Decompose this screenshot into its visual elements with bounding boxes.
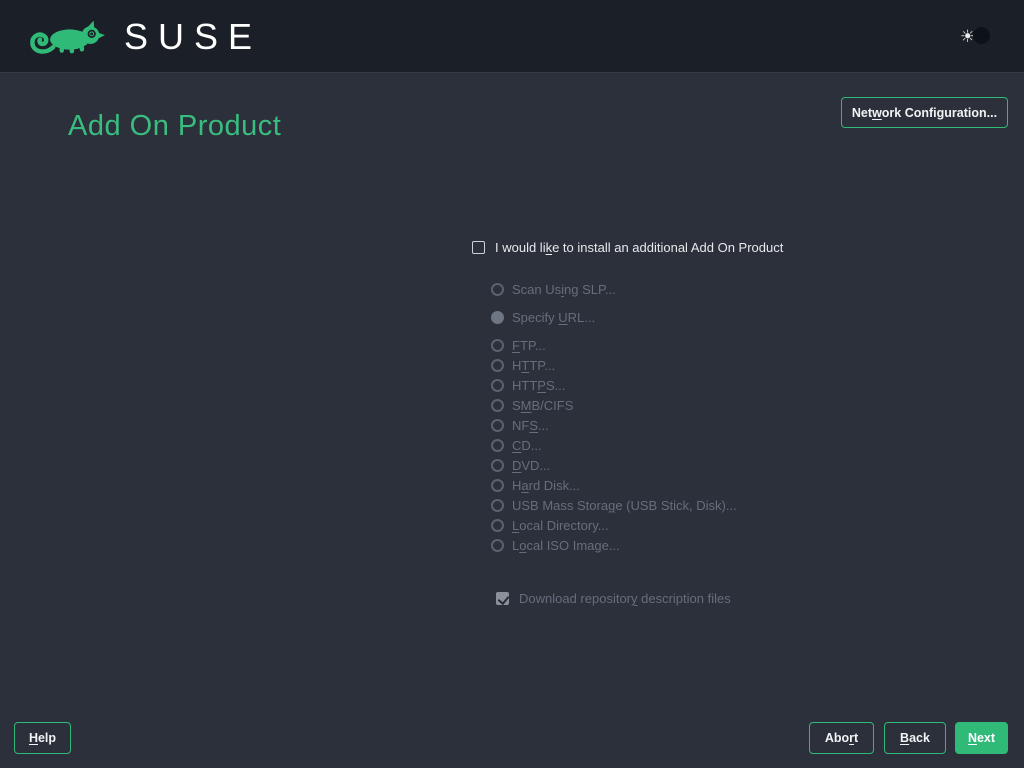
source-radio-row: Specify URL... xyxy=(491,308,595,326)
source-radio-label: FTP... xyxy=(512,338,546,353)
download-checkbox-label: Download repository description files xyxy=(519,591,731,606)
source-radio-label: HTTP... xyxy=(512,358,555,373)
source-radio-label: SMB/CIFS xyxy=(512,398,573,413)
source-radio-row: HTTPS... xyxy=(491,376,565,394)
page-title: Add On Product xyxy=(68,110,281,143)
radio-icon xyxy=(491,283,504,296)
source-radio-label: Local ISO Image... xyxy=(512,538,620,553)
source-radio-row: CD... xyxy=(491,436,542,454)
radio-icon xyxy=(491,459,504,472)
brand-wordmark: SUSE xyxy=(124,13,262,61)
source-radio-label: CD... xyxy=(512,438,542,453)
next-button[interactable]: Next xyxy=(955,722,1008,754)
radio-icon xyxy=(491,519,504,532)
radio-icon xyxy=(491,419,504,432)
addon-checkbox[interactable] xyxy=(472,241,485,254)
source-radio-label: NFS... xyxy=(512,418,549,433)
source-radio-row: Hard Disk... xyxy=(491,476,580,494)
radio-icon xyxy=(491,379,504,392)
radio-icon xyxy=(491,339,504,352)
theme-toggle-button[interactable]: ☀ xyxy=(960,26,992,48)
radio-icon xyxy=(491,439,504,452)
radio-icon xyxy=(491,479,504,492)
source-radio-row: FTP... xyxy=(491,336,546,354)
help-button[interactable]: Help xyxy=(14,722,71,754)
source-radio-label: Local Directory... xyxy=(512,518,609,533)
addon-checkbox-row[interactable]: I would like to install an additional Ad… xyxy=(472,240,783,255)
source-radio-row: DVD... xyxy=(491,456,550,474)
source-radio-label: Scan Using SLP... xyxy=(512,282,616,297)
suse-logo: SUSE xyxy=(28,12,262,62)
source-radio-row: USB Mass Storage (USB Stick, Disk)... xyxy=(491,496,737,514)
installer-window: SUSE ☀ Add On Product Network Configurat… xyxy=(0,0,1024,768)
radio-icon xyxy=(491,359,504,372)
source-radio-row: Scan Using SLP... xyxy=(491,280,616,298)
source-radio-row: SMB/CIFS xyxy=(491,396,573,414)
source-radio-row: NFS... xyxy=(491,416,549,434)
source-radio-row: Local ISO Image... xyxy=(491,536,620,554)
radio-icon xyxy=(491,399,504,412)
suse-chameleon-icon xyxy=(28,13,110,61)
source-radio-label: USB Mass Storage (USB Stick, Disk)... xyxy=(512,498,737,513)
moon-icon xyxy=(973,27,990,44)
back-button[interactable]: Back xyxy=(884,722,946,754)
radio-icon xyxy=(491,539,504,552)
source-radio-label: DVD... xyxy=(512,458,550,473)
source-radio-label: HTTPS... xyxy=(512,378,565,393)
source-radio-row: Local Directory... xyxy=(491,516,609,534)
download-checkbox xyxy=(496,592,509,605)
source-radio-label: Specify URL... xyxy=(512,310,595,325)
network-configuration-button[interactable]: Network Configuration... xyxy=(841,97,1008,128)
radio-icon xyxy=(491,499,504,512)
source-radio-label: Hard Disk... xyxy=(512,478,580,493)
addon-checkbox-label: I would like to install an additional Ad… xyxy=(495,240,783,255)
download-checkbox-row: Download repository description files xyxy=(496,591,731,606)
radio-icon xyxy=(491,311,504,324)
top-bar: SUSE ☀ xyxy=(0,0,1024,73)
source-radio-row: HTTP... xyxy=(491,356,555,374)
abort-button[interactable]: Abort xyxy=(809,722,874,754)
